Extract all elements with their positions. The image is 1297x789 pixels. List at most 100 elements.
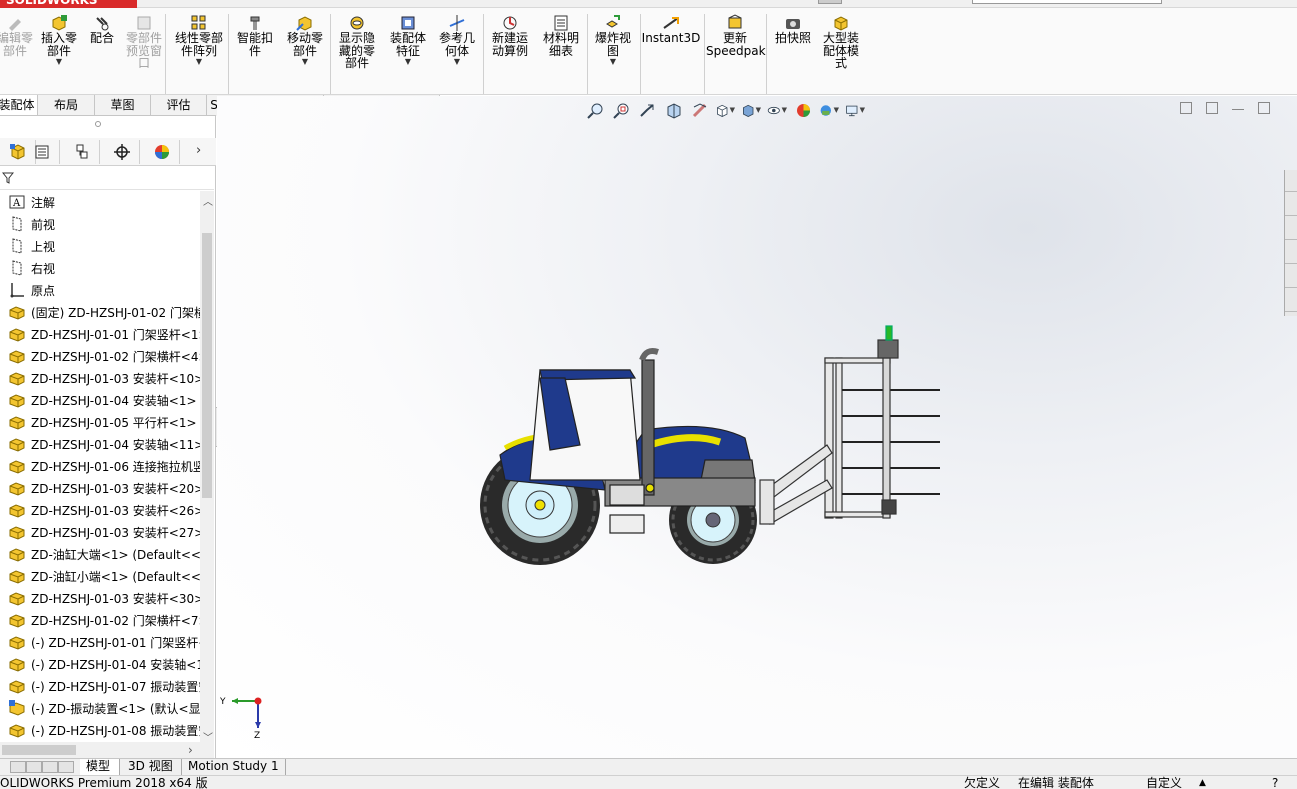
next-tab-nav-icon[interactable] xyxy=(42,761,58,773)
tree-horizontal-scrollbar[interactable]: › xyxy=(0,742,214,758)
ribbon-button-bom[interactable]: 材料明 细表 xyxy=(538,12,584,57)
tree-item[interactable]: 右视 xyxy=(0,257,200,279)
propertymanager-tab[interactable] xyxy=(24,140,60,164)
ribbon-button-linear-pattern[interactable]: 线性零部 件阵列 ▼ xyxy=(170,12,228,67)
dropdown-caret-icon[interactable]: ▼ xyxy=(170,57,228,67)
tree-item[interactable]: ZD-HZSHJ-01-03 安装杆<30> ( xyxy=(0,587,200,609)
tree-item[interactable]: (-) ZD-HZSHJ-01-08 振动装置安 xyxy=(0,719,200,741)
help-icon[interactable]: ? xyxy=(1272,777,1278,789)
tree-item[interactable]: ZD-HZSHJ-01-03 安装杆<10> ( xyxy=(0,367,200,389)
units-caret-icon[interactable]: ▲ xyxy=(1199,777,1206,789)
tree-item[interactable]: ZD-HZSHJ-01-02 门架横杆<7> ( xyxy=(0,609,200,631)
tree-item[interactable]: (固定) ZD-HZSHJ-01-02 门架横杆<1> xyxy=(0,301,200,323)
section-view-button[interactable] xyxy=(663,101,683,119)
custom-properties-icon[interactable] xyxy=(1285,290,1297,312)
restore-right-icon[interactable] xyxy=(1206,102,1218,114)
tree-item[interactable]: ZD-HZSHJ-01-03 安装杆<26> ( xyxy=(0,499,200,521)
dynamic-annotation-button[interactable] xyxy=(689,101,709,119)
solidworks-logo[interactable]: SOLIDWORKS xyxy=(0,0,137,8)
dropdown-caret-icon[interactable]: ▼ xyxy=(590,57,636,67)
status-units[interactable]: 自定义 xyxy=(1146,777,1182,789)
maximize-icon[interactable] xyxy=(1258,102,1270,114)
ribbon-button-smart-fastener[interactable]: 智能扣 件 xyxy=(232,12,278,57)
tree-item[interactable]: ZD-油缸大端<1> (Default<<D xyxy=(0,543,200,565)
ribbon-button-move-component[interactable]: 移动零 部件 ▼ xyxy=(282,12,328,67)
ribbon-button-exploded-view[interactable]: 爆炸视 图 ▼ xyxy=(590,12,636,67)
tree-vertical-scrollbar[interactable]: ︿ ﹀ xyxy=(200,191,214,744)
dropdown-caret-icon[interactable]: ▼ xyxy=(282,57,328,67)
tree-item[interactable]: ZD-HZSHJ-01-03 安装杆<27> ( xyxy=(0,521,200,543)
bottom-tab[interactable]: 3D 视图 xyxy=(122,759,182,775)
ribbon-button-camera[interactable]: 拍快照 xyxy=(770,12,816,45)
file-explorer-icon[interactable] xyxy=(1285,218,1297,240)
dropdown-caret-icon[interactable]: ▼ xyxy=(36,57,82,67)
appearances-icon[interactable] xyxy=(1285,266,1297,288)
ribbon-button-component-preview[interactable]: 零部件 预览窗 口 xyxy=(121,12,167,70)
tree-item[interactable]: ZD-油缸小端<1> (Default<<D xyxy=(0,565,200,587)
display-style-button[interactable]: ▼ xyxy=(741,101,761,119)
tree-item[interactable]: ZD-HZSHJ-01-04 安装轴<11> ( xyxy=(0,433,200,455)
scroll-right-icon[interactable]: › xyxy=(188,743,193,757)
ribbon-button-mate[interactable]: 配合 xyxy=(86,12,118,45)
tree-filter[interactable] xyxy=(0,168,214,190)
panel-tabs-scroll-right[interactable]: › xyxy=(196,143,201,158)
tree-item[interactable]: (-) ZD-HZSHJ-01-07 振动装置安 xyxy=(0,675,200,697)
tree-item[interactable]: ZD-HZSHJ-01-01 门架竖杆<1> ( xyxy=(0,323,200,345)
ribbon-button-large-assembly[interactable]: 大型装 配体模 式 xyxy=(817,12,865,70)
bottom-tab[interactable]: 模型 xyxy=(80,759,120,775)
search-commands-input[interactable] xyxy=(972,0,1162,4)
dropdown-caret-icon[interactable]: ▼ xyxy=(434,57,480,67)
displaymanager-tab[interactable] xyxy=(144,140,180,164)
tree-item[interactable]: ZD-HZSHJ-01-05 平行杆<1> ( xyxy=(0,411,200,433)
zoom-to-area-button[interactable] xyxy=(611,101,631,119)
tractor-assembly-model[interactable] xyxy=(470,320,950,580)
bottom-tab[interactable]: Motion Study 1 xyxy=(182,759,286,775)
horizontal-scroll-thumb[interactable] xyxy=(2,745,76,755)
restore-left-icon[interactable] xyxy=(1180,102,1192,114)
command-tab[interactable]: 评估 xyxy=(151,95,207,116)
previous-view-button[interactable] xyxy=(637,101,657,119)
ribbon-button-edit-component[interactable]: 编辑零 部件 xyxy=(0,12,34,57)
ribbon-button-instant3d[interactable]: Instant3D xyxy=(641,12,701,45)
first-tab-nav-icon[interactable] xyxy=(10,761,26,773)
scroll-up-icon[interactable]: ︿ xyxy=(203,193,213,208)
ribbon-button-speedpak[interactable]: 更新 Speedpak xyxy=(706,12,766,57)
ribbon-button-assembly-feature[interactable]: 装配体 特征 ▼ xyxy=(386,12,430,67)
command-tab[interactable]: 装配体 xyxy=(0,95,38,116)
minimize-icon[interactable] xyxy=(1232,102,1244,110)
zoom-to-fit-button[interactable] xyxy=(585,101,605,119)
command-tab[interactable]: 布局 xyxy=(38,95,95,116)
design-library-icon[interactable] xyxy=(1285,194,1297,216)
ribbon-button-reference-geometry[interactable]: 参考几 何体 ▼ xyxy=(434,12,480,67)
tree-item[interactable]: ZD-HZSHJ-01-02 门架横杆<4> ( xyxy=(0,345,200,367)
vertical-scroll-thumb[interactable] xyxy=(202,233,212,498)
dropdown-caret-icon[interactable]: ▼ xyxy=(386,57,430,67)
apply-scene-button[interactable]: ▼ xyxy=(819,101,839,119)
ribbon-button-show-hidden[interactable]: 显示隐 藏的零 部件 xyxy=(334,12,380,70)
configurationmanager-tab[interactable] xyxy=(64,140,100,164)
tree-item[interactable]: ZD-HZSHJ-01-06 连接拖拉机竖 xyxy=(0,455,200,477)
tree-item[interactable]: (-) ZD-HZSHJ-01-01 门架竖杆< xyxy=(0,631,200,653)
command-tab[interactable]: 草图 xyxy=(95,95,151,116)
hide-show-items-button[interactable]: ▼ xyxy=(767,101,787,119)
tree-item[interactable]: (-) ZD-HZSHJ-01-04 安装轴<1 xyxy=(0,653,200,675)
view-settings-button[interactable]: ▼ xyxy=(845,101,865,119)
edit-appearance-button[interactable] xyxy=(793,101,813,119)
view-orientation-button[interactable]: ▼ xyxy=(715,101,735,119)
last-tab-nav-icon[interactable] xyxy=(58,761,74,773)
prev-tab-nav-icon[interactable] xyxy=(26,761,42,773)
tree-item[interactable]: ZD-HZSHJ-01-03 安装杆<20> ( xyxy=(0,477,200,499)
tree-item[interactable]: 上视 xyxy=(0,235,200,257)
tree-item[interactable]: (-) ZD-振动装置<1> (默认<显示 xyxy=(0,697,200,719)
quick-access-button[interactable] xyxy=(818,0,842,4)
ribbon-button-insert-component[interactable]: 插入零 部件 ▼ xyxy=(36,12,82,67)
panel-grip[interactable] xyxy=(95,121,101,127)
view-palette-icon[interactable] xyxy=(1285,242,1297,264)
tree-item[interactable]: 原点 xyxy=(0,279,200,301)
home-tab-icon[interactable] xyxy=(1285,170,1297,192)
tree-item[interactable]: A 注解 xyxy=(0,191,200,213)
dimxpert-tab[interactable] xyxy=(104,140,140,164)
tree-item[interactable]: 前视 xyxy=(0,213,200,235)
tree-item[interactable]: ZD-HZSHJ-01-04 安装轴<1> ( xyxy=(0,389,200,411)
ribbon-button-motion-study[interactable]: 新建运 动算例 xyxy=(487,12,533,57)
